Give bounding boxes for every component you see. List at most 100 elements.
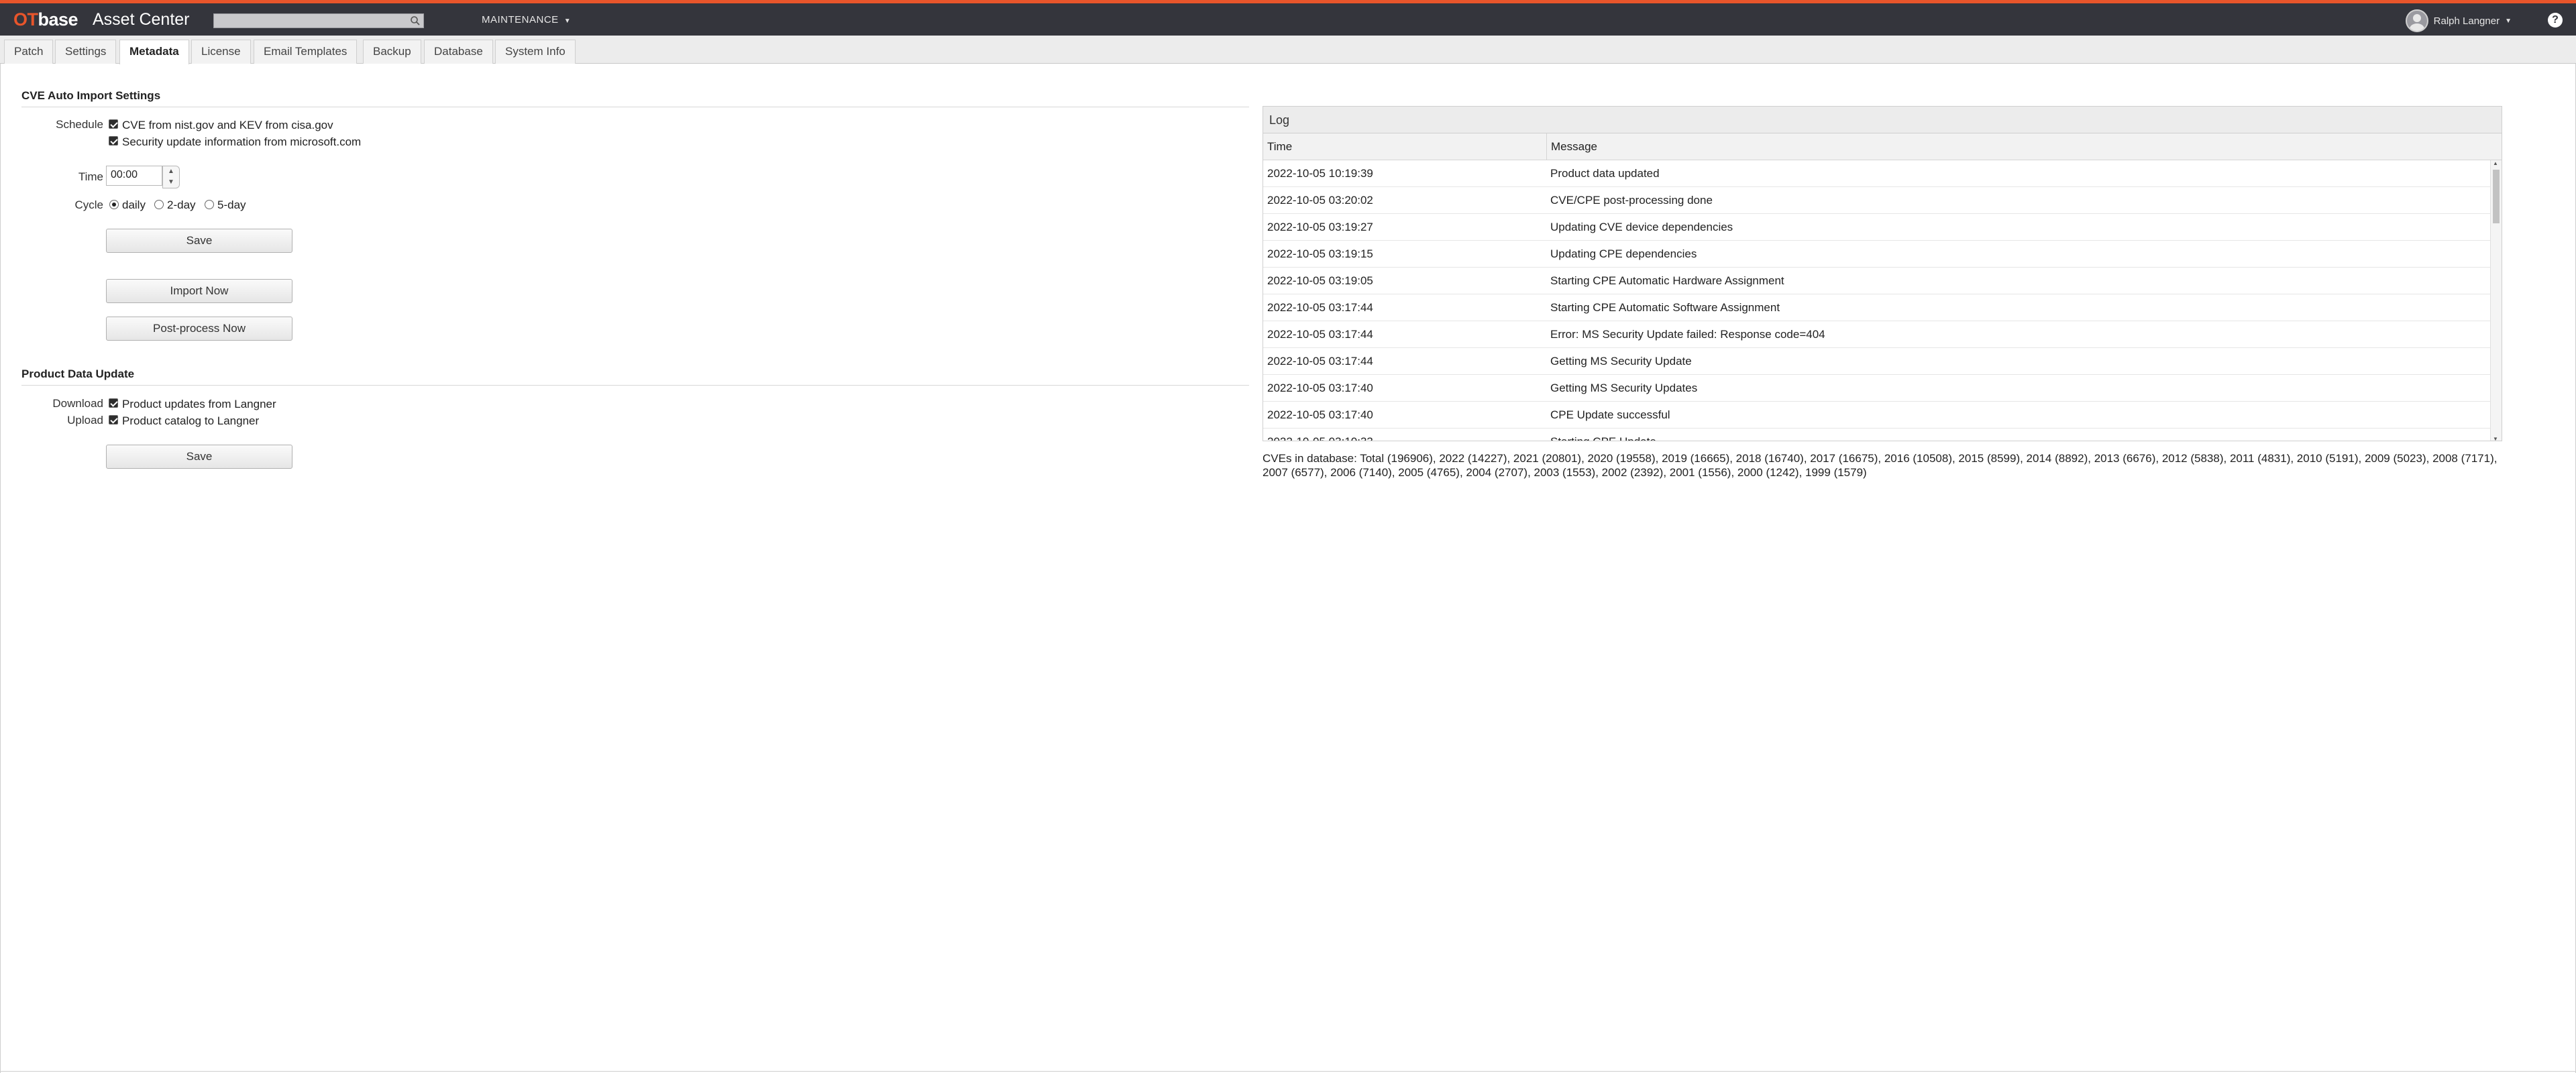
ms-security-checkbox[interactable] [109, 136, 118, 146]
scrollbar-thumb[interactable] [2493, 170, 2500, 223]
cycle-daily-radio[interactable] [109, 200, 119, 209]
maintenance-menu-label: MAINTENANCE [482, 14, 559, 25]
divider [21, 385, 1249, 386]
import-now-button[interactable]: Import Now [106, 279, 292, 303]
frame-border-left [0, 64, 1, 1073]
cve-nist-checkbox[interactable] [109, 119, 118, 129]
table-row[interactable]: 2022-10-05 03:19:15 Updating CPE dependen… [1263, 241, 2491, 268]
tab-bar: Patch Settings Metadata License Email Te… [0, 36, 2576, 64]
table-row[interactable]: 2022-10-05 03:19:05 Starting CPE Automati… [1263, 268, 2491, 294]
cycle-daily-label: daily [122, 199, 146, 211]
row-time: 2022-10-05 03:17:44 [1267, 301, 1373, 314]
row-message: Starting CPE Update [1550, 429, 1656, 441]
table-row[interactable]: 2022-10-05 03:10:33 Starting CPE Update [1263, 429, 2491, 441]
tab-settings[interactable]: Settings [55, 40, 117, 64]
postprocess-now-button[interactable]: Post-process Now [106, 317, 292, 341]
tab-system-info[interactable]: System Info [495, 40, 576, 64]
row-message: Getting MS Security Updates [1550, 382, 1698, 394]
row-message: Updating CPE dependencies [1550, 247, 1697, 260]
table-row[interactable]: 2022-10-05 03:17:44 Getting MS Security U… [1263, 348, 2491, 375]
row-message: CVE/CPE post-processing done [1550, 194, 1713, 207]
table-row[interactable]: 2022-10-05 03:17:44 Error: MS Security Up… [1263, 321, 2491, 348]
cves-in-database-summary: CVEs in database: Total (196906), 2022 (… [1263, 452, 2498, 479]
row-time: 2022-10-05 03:10:33 [1267, 429, 1373, 441]
help-icon[interactable]: ? [2548, 13, 2563, 27]
table-row[interactable]: 2022-10-05 10:19:39 Product data updated [1263, 160, 2491, 187]
tab-backup[interactable]: Backup [363, 40, 421, 64]
row-message: Starting CPE Automatic Hardware Assignme… [1550, 274, 1784, 287]
log-panel: Log Time Message 2022-10-05 10:19:39 Prod… [1263, 106, 2502, 441]
row-time: 2022-10-05 03:17:40 [1267, 408, 1373, 421]
row-message: Starting CPE Automatic Software Assignme… [1550, 301, 1780, 314]
time-spinner[interactable]: ▲ ▼ [162, 166, 180, 188]
row-time: 2022-10-05 03:19:15 [1267, 247, 1373, 260]
row-time: 2022-10-05 03:17:44 [1267, 355, 1373, 368]
row-time: 2022-10-05 03:20:02 [1267, 194, 1373, 207]
cycle-2day-label: 2-day [167, 199, 196, 211]
product-update-title: Product Data Update [21, 368, 135, 380]
frame-border-bottom [0, 1071, 2576, 1072]
download-checkbox[interactable] [109, 398, 118, 408]
download-option-label: Product updates from Langner [122, 398, 276, 410]
maintenance-menu[interactable]: MAINTENANCE ▼ [482, 14, 571, 25]
search-icon[interactable] [410, 15, 421, 26]
chevron-down-icon: ▼ [2505, 17, 2512, 25]
spin-down-icon[interactable]: ▼ [163, 177, 179, 188]
row-time: 2022-10-05 03:17:44 [1267, 328, 1373, 341]
cve-save-button[interactable]: Save [106, 229, 292, 253]
cycle-5day-radio[interactable] [205, 200, 214, 209]
tab-license[interactable]: License [191, 40, 251, 64]
col-time-header[interactable]: Time [1267, 133, 1292, 160]
table-row[interactable]: 2022-10-05 03:20:02 CVE/CPE post-processi… [1263, 187, 2491, 214]
product-save-button[interactable]: Save [106, 445, 292, 469]
row-time: 2022-10-05 03:17:40 [1267, 382, 1373, 394]
tab-metadata[interactable]: Metadata [119, 40, 189, 64]
row-message: Updating CVE device dependencies [1550, 221, 1733, 233]
schedule-label: Schedule [56, 118, 103, 131]
log-table-body[interactable]: 2022-10-05 10:19:39 Product data updated … [1263, 160, 2491, 441]
table-row[interactable]: 2022-10-05 03:17:40 CPE Update successful [1263, 402, 2491, 429]
row-time: 2022-10-05 10:19:39 [1267, 167, 1373, 180]
log-title: Log [1263, 107, 2502, 133]
user-menu[interactable]: Ralph Langner ▼ [2405, 9, 2512, 32]
ms-security-label: Security update information from microso… [122, 135, 362, 148]
upload-checkbox[interactable] [109, 415, 118, 425]
cve-settings-title: CVE Auto Import Settings [21, 89, 161, 102]
cve-nist-label: CVE from nist.gov and KEV from cisa.gov [122, 119, 333, 131]
user-name: Ralph Langner [2433, 15, 2500, 27]
logo-ot: OT [13, 9, 38, 30]
row-message: CPE Update successful [1550, 408, 1670, 421]
top-bar: OTbase Asset Center MAINTENANCE ▼ Ralph L… [0, 0, 2576, 36]
otbase-logo[interactable]: OTbase [13, 9, 78, 31]
upload-label: Upload [67, 414, 103, 427]
row-message: Error: MS Security Update failed: Respon… [1550, 328, 1825, 341]
cycle-label: Cycle [74, 199, 103, 211]
row-message: Product data updated [1550, 167, 1660, 180]
row-time: 2022-10-05 03:19:27 [1267, 221, 1373, 233]
upload-option-label: Product catalog to Langner [122, 414, 260, 427]
chevron-down-icon: ▼ [564, 17, 572, 25]
log-scrollbar[interactable]: ▲ ▼ [2490, 160, 2502, 441]
log-column-headers: Time Message [1263, 133, 2502, 160]
time-input[interactable]: 00:00 [106, 166, 162, 186]
tab-patch[interactable]: Patch [4, 40, 54, 64]
avatar [2405, 9, 2428, 32]
cycle-5day-label: 5-day [217, 199, 246, 211]
download-label: Download [52, 397, 103, 410]
table-row[interactable]: 2022-10-05 03:17:44 Starting CPE Automati… [1263, 294, 2491, 321]
tab-database[interactable]: Database [424, 40, 493, 64]
row-time: 2022-10-05 03:19:05 [1267, 274, 1373, 287]
cycle-2day-radio[interactable] [154, 200, 164, 209]
logo-base: base [38, 9, 78, 30]
tab-email-templates[interactable]: Email Templates [254, 40, 358, 64]
table-row[interactable]: 2022-10-05 03:19:27 Updating CVE device d… [1263, 214, 2491, 241]
time-label: Time [78, 170, 103, 183]
col-message-header[interactable]: Message [1546, 133, 1597, 160]
table-row[interactable]: 2022-10-05 03:17:40 Getting MS Security U… [1263, 375, 2491, 402]
row-message: Getting MS Security Update [1550, 355, 1692, 368]
scroll-down-icon[interactable]: ▼ [2493, 436, 2498, 441]
app-title: Asset Center [93, 10, 190, 29]
scroll-up-icon[interactable]: ▲ [2493, 160, 2498, 166]
search-input[interactable] [213, 13, 424, 28]
spin-up-icon[interactable]: ▲ [163, 166, 179, 177]
